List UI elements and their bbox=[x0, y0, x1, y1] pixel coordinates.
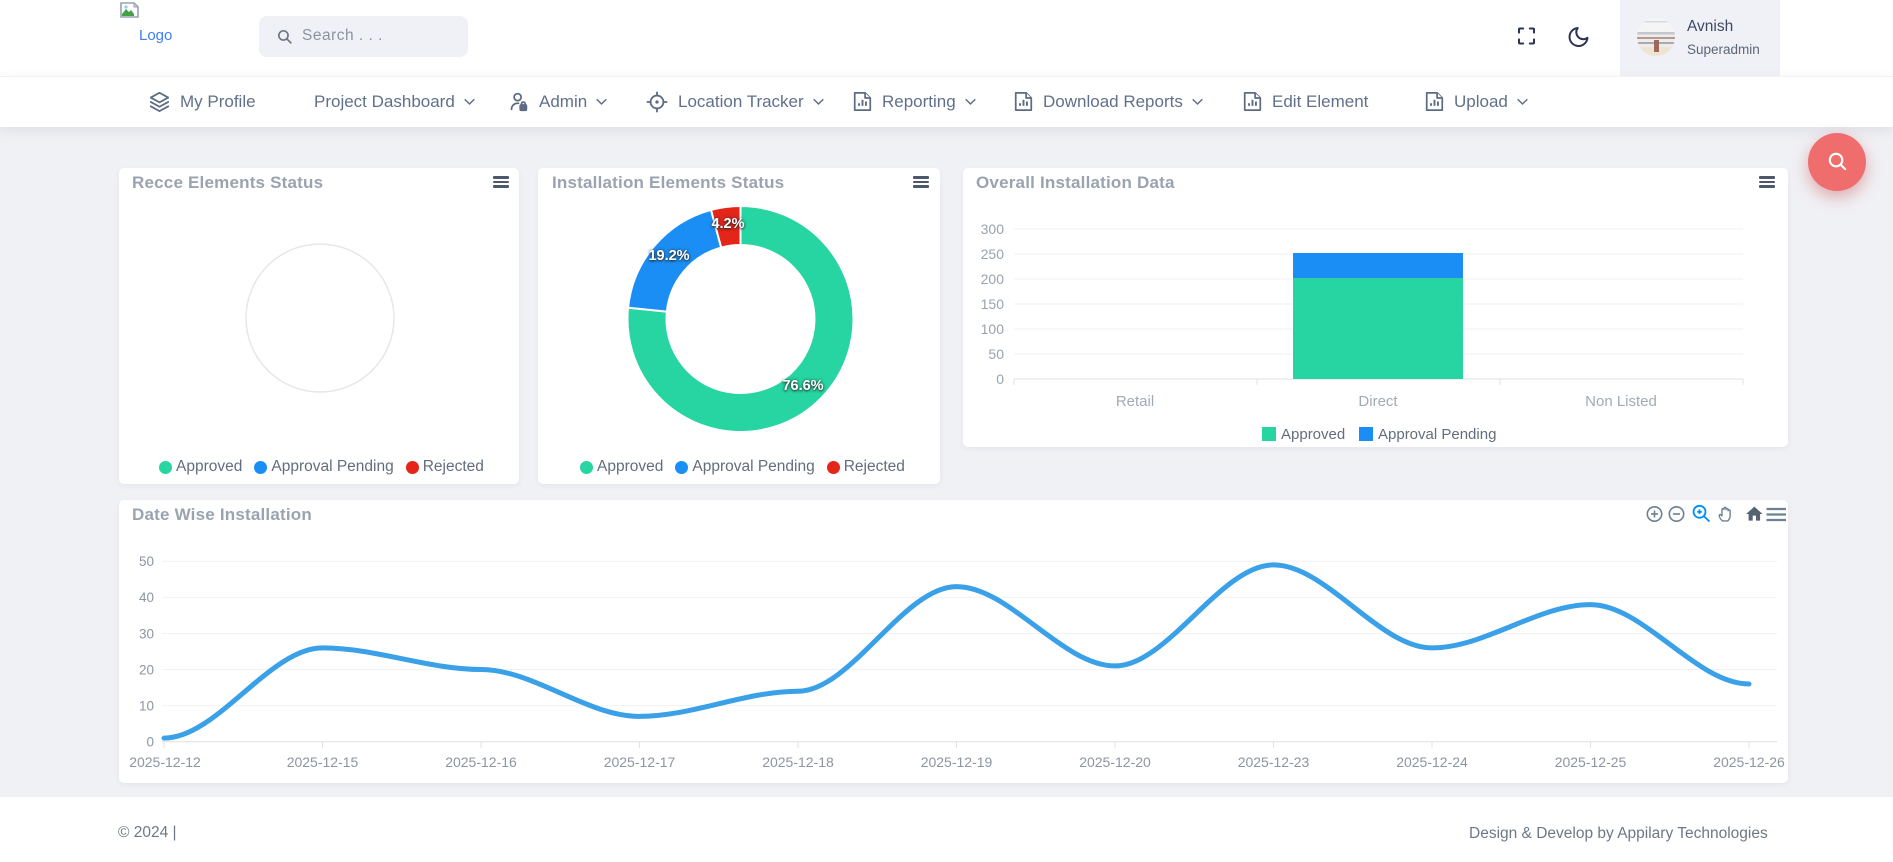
svg-text:50: 50 bbox=[988, 346, 1004, 362]
svg-text:19.2%: 19.2% bbox=[648, 248, 689, 264]
svg-text:Direct: Direct bbox=[1358, 393, 1398, 410]
svg-text:2025-12-24: 2025-12-24 bbox=[1396, 754, 1468, 770]
svg-text:0: 0 bbox=[146, 735, 154, 750]
svg-text:2025-12-20: 2025-12-20 bbox=[1079, 754, 1151, 770]
svg-text:30: 30 bbox=[139, 626, 154, 641]
svg-text:Retail: Retail bbox=[1116, 393, 1154, 410]
svg-text:2025-12-25: 2025-12-25 bbox=[1555, 754, 1627, 770]
svg-text:Approval Pending: Approval Pending bbox=[1378, 426, 1496, 443]
svg-text:2025-12-26: 2025-12-26 bbox=[1713, 754, 1785, 770]
svg-text:76.6%: 76.6% bbox=[782, 378, 823, 394]
svg-text:150: 150 bbox=[981, 296, 1005, 312]
svg-text:2025-12-15: 2025-12-15 bbox=[287, 754, 359, 770]
svg-text:20: 20 bbox=[139, 662, 154, 677]
svg-text:40: 40 bbox=[139, 590, 154, 605]
svg-text:300: 300 bbox=[981, 221, 1005, 237]
svg-text:100: 100 bbox=[981, 321, 1005, 337]
svg-text:0: 0 bbox=[996, 371, 1004, 387]
svg-text:2025-12-18: 2025-12-18 bbox=[762, 754, 834, 770]
svg-text:200: 200 bbox=[981, 271, 1005, 287]
svg-text:4.2%: 4.2% bbox=[711, 216, 744, 232]
svg-text:2025-12-16: 2025-12-16 bbox=[445, 754, 517, 770]
svg-text:2025-12-12: 2025-12-12 bbox=[129, 754, 201, 770]
svg-text:Approved: Approved bbox=[1281, 426, 1345, 443]
svg-text:2025-12-19: 2025-12-19 bbox=[921, 754, 993, 770]
svg-text:50: 50 bbox=[139, 554, 154, 569]
svg-text:10: 10 bbox=[139, 698, 154, 713]
svg-text:2025-12-23: 2025-12-23 bbox=[1238, 754, 1310, 770]
svg-text:2025-12-17: 2025-12-17 bbox=[604, 754, 676, 770]
svg-text:250: 250 bbox=[981, 246, 1005, 262]
svg-text:Non Listed: Non Listed bbox=[1585, 393, 1657, 410]
